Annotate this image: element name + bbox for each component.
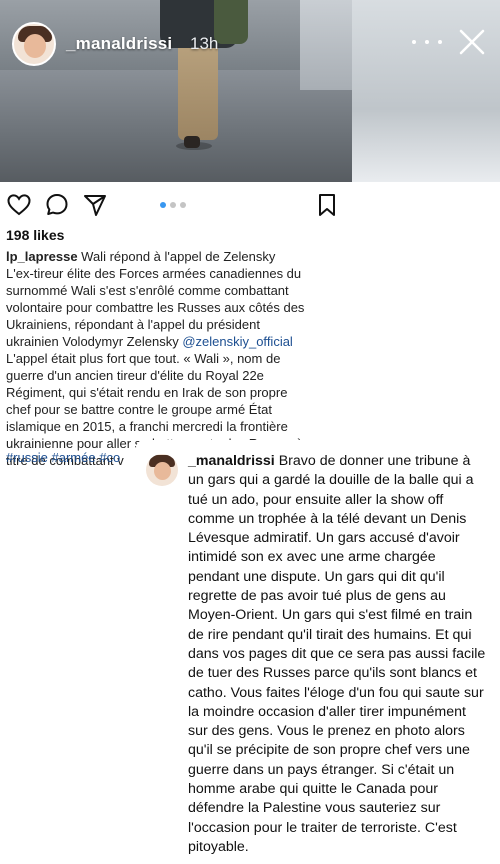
story-avatar[interactable] xyxy=(12,22,56,66)
post-caption: lp_lapresse Wali répond à l'appel de Zel… xyxy=(6,248,346,469)
comment-text: _manaldrissi Bravo de donner une tribune… xyxy=(188,452,486,857)
caption-line: ukrainien Volodymyr Zelensky xyxy=(6,334,183,349)
caption-line: chef pour se battre contre le groupe arm… xyxy=(6,402,272,417)
carousel-indicator xyxy=(160,202,186,208)
caption-line: guerre d'un ancien tireur d'élite du Roy… xyxy=(6,368,264,383)
comment-body: Bravo de donner une tribune à un gars qu… xyxy=(188,453,486,855)
caption-line: Ukrainiens, répondant à l'appel du prési… xyxy=(6,317,260,332)
caption-line: Régiment, qui s'était rendu en Irak de s… xyxy=(6,385,288,400)
caption-line: L'appel était plus fort que tout. « Wali… xyxy=(6,351,281,366)
comment-icon[interactable] xyxy=(44,192,70,218)
caption-line: surnommé Wali s'est s'enrôlé comme comba… xyxy=(6,283,289,298)
caption-line: Wali répond à l'appel de Zelensky xyxy=(77,249,276,264)
mention-link[interactable]: @zelenskiy_official xyxy=(182,334,293,349)
hashtags[interactable]: #russie #armée #co xyxy=(6,450,136,465)
send-icon[interactable] xyxy=(82,192,108,218)
bookmark-icon[interactable] xyxy=(314,192,340,218)
post-photo xyxy=(0,0,352,182)
caption-line: volontaire pour combattre les Russes aux… xyxy=(6,300,305,315)
more-icon[interactable] xyxy=(412,30,442,54)
heart-icon[interactable] xyxy=(6,192,32,218)
comment-author[interactable]: _manaldrissi xyxy=(188,453,275,469)
story-time: 13h xyxy=(190,34,219,53)
like-count[interactable]: 198 likes xyxy=(6,227,64,243)
caption-line: L'ex-tireur élite des Forces armées cana… xyxy=(6,266,302,281)
story-username[interactable]: _manaldrissi xyxy=(66,34,172,54)
caption-author[interactable]: lp_lapresse xyxy=(6,249,78,264)
caption-line: islamique en 2015, a franchi mercredi la… xyxy=(6,419,288,434)
comment-avatar[interactable] xyxy=(146,454,178,486)
close-icon[interactable] xyxy=(458,28,486,56)
